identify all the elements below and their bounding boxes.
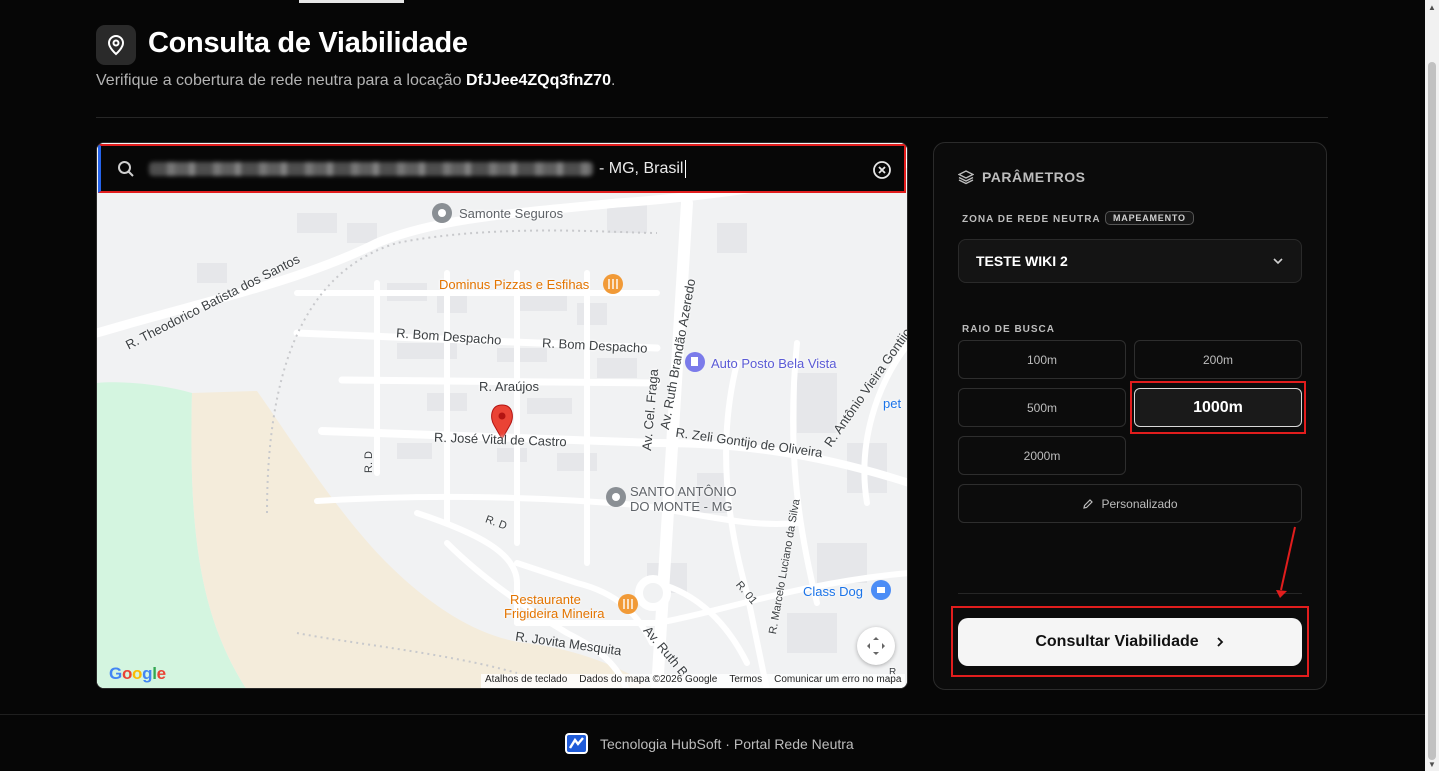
scrollbar-thumb[interactable] bbox=[1428, 62, 1436, 760]
map-pin-icon bbox=[96, 25, 136, 65]
google-logo: Google bbox=[109, 664, 166, 683]
chevron-down-icon bbox=[1271, 254, 1285, 271]
location-code: DfJJee4ZQq3fnZ70 bbox=[466, 72, 611, 89]
map-data-text: Dados do mapa ©2026 Google bbox=[579, 674, 718, 685]
map-poi-class-dog[interactable]: Class Dog bbox=[803, 584, 863, 599]
radius-option-100m[interactable]: 100m bbox=[958, 340, 1126, 379]
panel-divider bbox=[958, 593, 1302, 594]
map-panel[interactable]: Samonte Seguros Dominus Pizzas e Esfihas… bbox=[96, 142, 908, 689]
address-search-input[interactable]: - MG, Brasil bbox=[98, 144, 906, 193]
zone-select-value: TESTE WIKI 2 bbox=[976, 253, 1068, 269]
map-street-label: R. D bbox=[363, 451, 375, 473]
map-attribution: Atalhos de teclado Dados do mapa ©2026 G… bbox=[481, 674, 906, 688]
footer-text: Tecnologia HubSoft · Portal Rede Neutra bbox=[600, 735, 854, 752]
search-icon bbox=[115, 158, 137, 180]
map-poi-dominus[interactable]: Dominus Pizzas e Esfihas bbox=[439, 277, 589, 292]
clear-circle-icon[interactable] bbox=[872, 160, 892, 180]
footer-divider bbox=[0, 714, 1425, 715]
map-place-santo-antonio: SANTO ANTÔNIO bbox=[630, 484, 737, 499]
page-subtitle: Verifique a cobertura de rede neutra par… bbox=[96, 72, 616, 89]
highlight-box bbox=[951, 606, 1309, 677]
map-camera-control-button[interactable] bbox=[857, 627, 895, 665]
zone-select[interactable]: TESTE WIKI 2 bbox=[958, 239, 1302, 283]
report-error-link[interactable]: Comunicar um erro no mapa bbox=[774, 674, 901, 688]
redacted-address bbox=[149, 161, 593, 176]
map-place-santo-antonio-2: DO MONTE - MG bbox=[630, 499, 733, 514]
radius-option-200m[interactable]: 200m bbox=[1134, 340, 1302, 379]
radius-option-2000m[interactable]: 2000m bbox=[958, 436, 1126, 475]
move-arrows-icon bbox=[867, 637, 885, 655]
map-poi-restaurante-2[interactable]: Frigideira Mineira bbox=[504, 606, 604, 621]
keyboard-shortcuts-link[interactable]: Atalhos de teclado bbox=[485, 674, 567, 688]
hubsoft-logo bbox=[565, 733, 588, 754]
header-divider bbox=[96, 117, 1328, 118]
scroll-down-icon[interactable]: ▼ bbox=[1428, 760, 1436, 769]
map-canvas[interactable] bbox=[97, 143, 908, 689]
scroll-up-icon[interactable]: ▲ bbox=[1428, 3, 1436, 12]
highlight-box bbox=[1130, 381, 1306, 434]
zone-badge: MAPEAMENTO bbox=[1105, 211, 1194, 225]
map-poi-samonte[interactable]: Samonte Seguros bbox=[459, 206, 563, 221]
radius-option-500m[interactable]: 500m bbox=[958, 388, 1126, 427]
page-title: Consulta de Viabilidade bbox=[148, 27, 468, 59]
map-street-label: R. Araújos bbox=[479, 379, 539, 394]
zone-label: ZONA DE REDE NEUTRA bbox=[962, 214, 1101, 225]
footer: Tecnologia HubSoft · Portal Rede Neutra bbox=[565, 733, 854, 754]
pencil-icon bbox=[1083, 498, 1094, 509]
layers-icon bbox=[958, 170, 974, 185]
search-input-value: - MG, Brasil bbox=[599, 159, 687, 178]
terms-link[interactable]: Termos bbox=[729, 674, 762, 688]
map-poi-restaurante[interactable]: Restaurante bbox=[510, 592, 581, 607]
parameters-heading: PARÂMETROS bbox=[958, 169, 1086, 185]
active-tab-indicator bbox=[299, 0, 404, 3]
map-poi-auto-posto[interactable]: Auto Posto Bela Vista bbox=[711, 356, 837, 371]
map-poi-pet: pet bbox=[883, 396, 902, 411]
parameters-panel: PARÂMETROS ZONA DE REDE NEUTRA MAPEAMENT… bbox=[933, 142, 1327, 690]
radius-label: RAIO DE BUSCA bbox=[962, 324, 1056, 335]
radius-custom-button[interactable]: Personalizado bbox=[958, 484, 1302, 523]
